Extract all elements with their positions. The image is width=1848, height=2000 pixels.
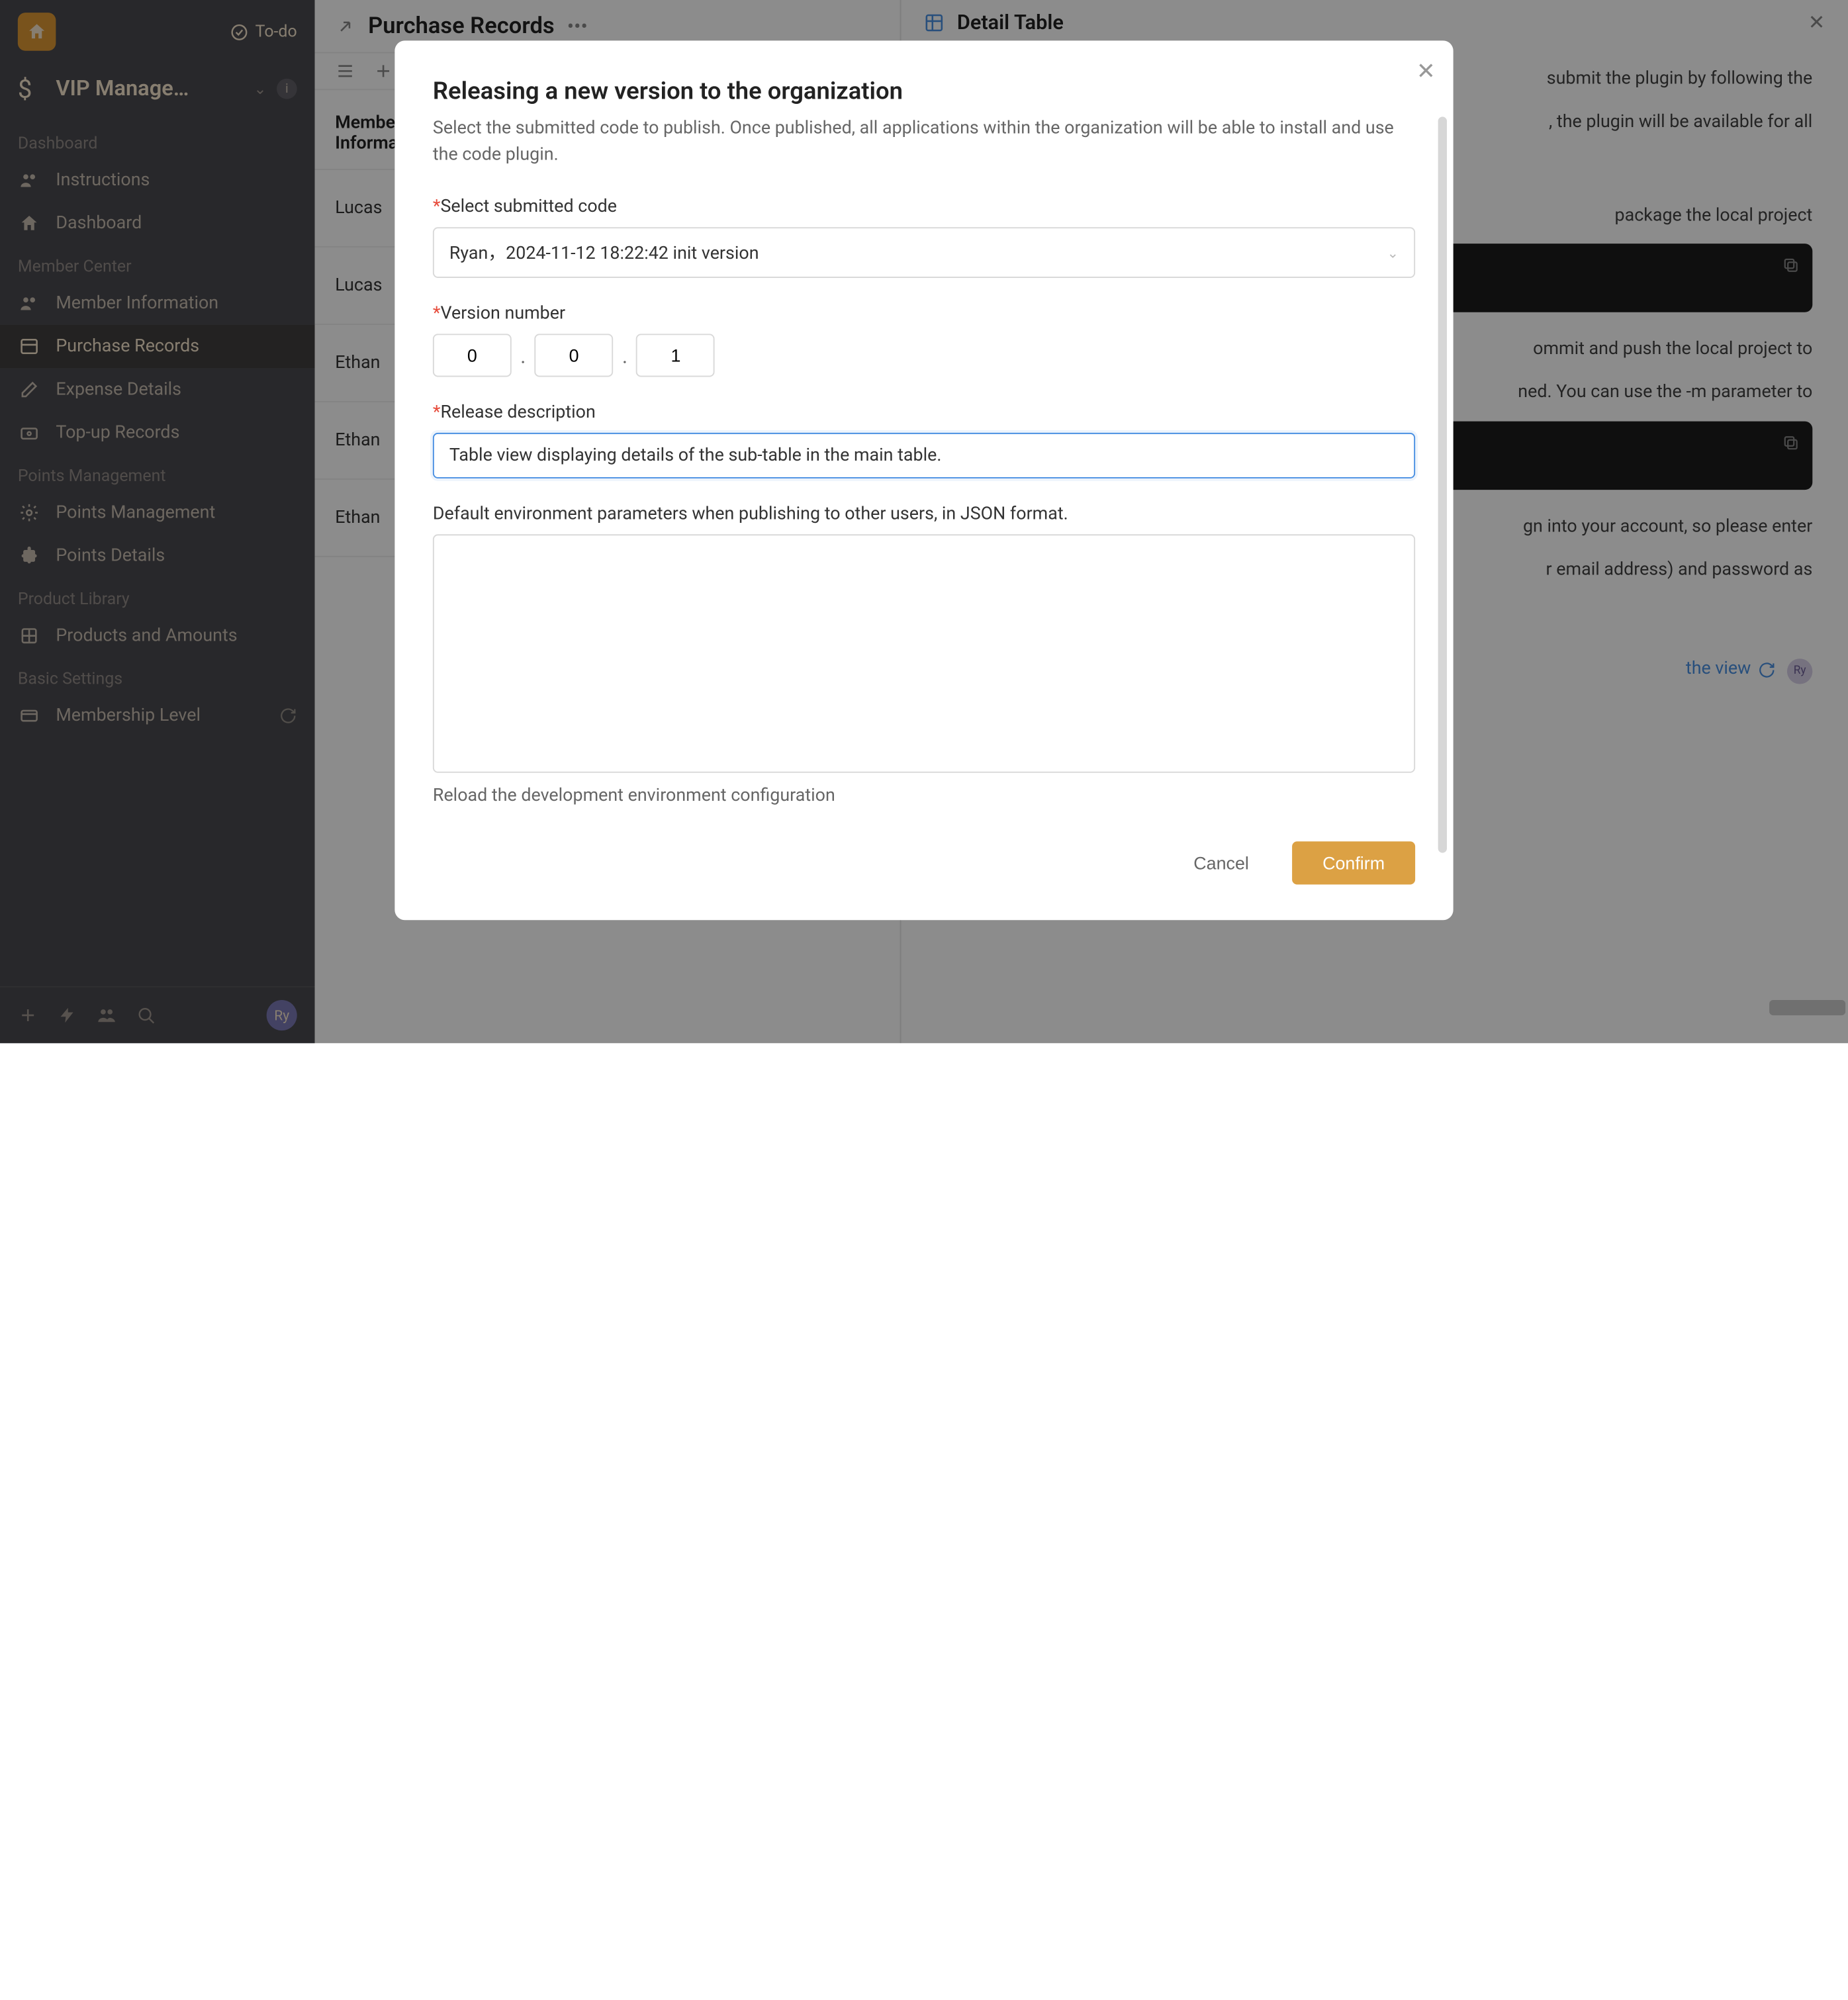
- modal-close-icon[interactable]: ✕: [1416, 58, 1436, 85]
- select-code-dropdown[interactable]: Ryan，2024-11-12 18:22:42 init version ⌄: [433, 227, 1415, 278]
- modal-title: Releasing a new version to the organizat…: [433, 76, 1415, 105]
- select-code-label: *Select submitted code: [433, 197, 1415, 217]
- version-row: . .: [433, 334, 1415, 377]
- description-label: *Release description: [433, 402, 1415, 423]
- env-params-label: Default environment parameters when publ…: [433, 504, 1415, 524]
- confirm-button[interactable]: Confirm: [1292, 841, 1415, 884]
- description-input[interactable]: [433, 433, 1415, 478]
- modal-subtitle: Select the submitted code to publish. On…: [433, 116, 1415, 169]
- env-params-input[interactable]: [433, 534, 1415, 773]
- select-value: Ryan，2024-11-12 18:22:42 init version: [449, 240, 759, 265]
- version-dot: .: [519, 343, 527, 367]
- version-label: *Version number: [433, 303, 1415, 324]
- reload-config-link[interactable]: Reload the development environment confi…: [433, 786, 1415, 806]
- app-root: To-do $ VIP Manage… ⌄ i DashboardInstruc…: [0, 0, 1848, 1043]
- version-dot: .: [621, 343, 629, 367]
- version-minor-input[interactable]: [535, 334, 614, 377]
- modal-footer: Cancel Confirm: [433, 841, 1415, 884]
- modal-overlay[interactable]: ✕ Releasing a new version to the organiz…: [0, 0, 1848, 1043]
- version-patch-input[interactable]: [637, 334, 716, 377]
- chevron-down-icon: ⌄: [1387, 244, 1399, 261]
- modal-scrollbar[interactable]: [1438, 116, 1447, 852]
- cancel-button[interactable]: Cancel: [1168, 841, 1274, 884]
- version-major-input[interactable]: [433, 334, 512, 377]
- release-modal: ✕ Releasing a new version to the organiz…: [394, 40, 1453, 920]
